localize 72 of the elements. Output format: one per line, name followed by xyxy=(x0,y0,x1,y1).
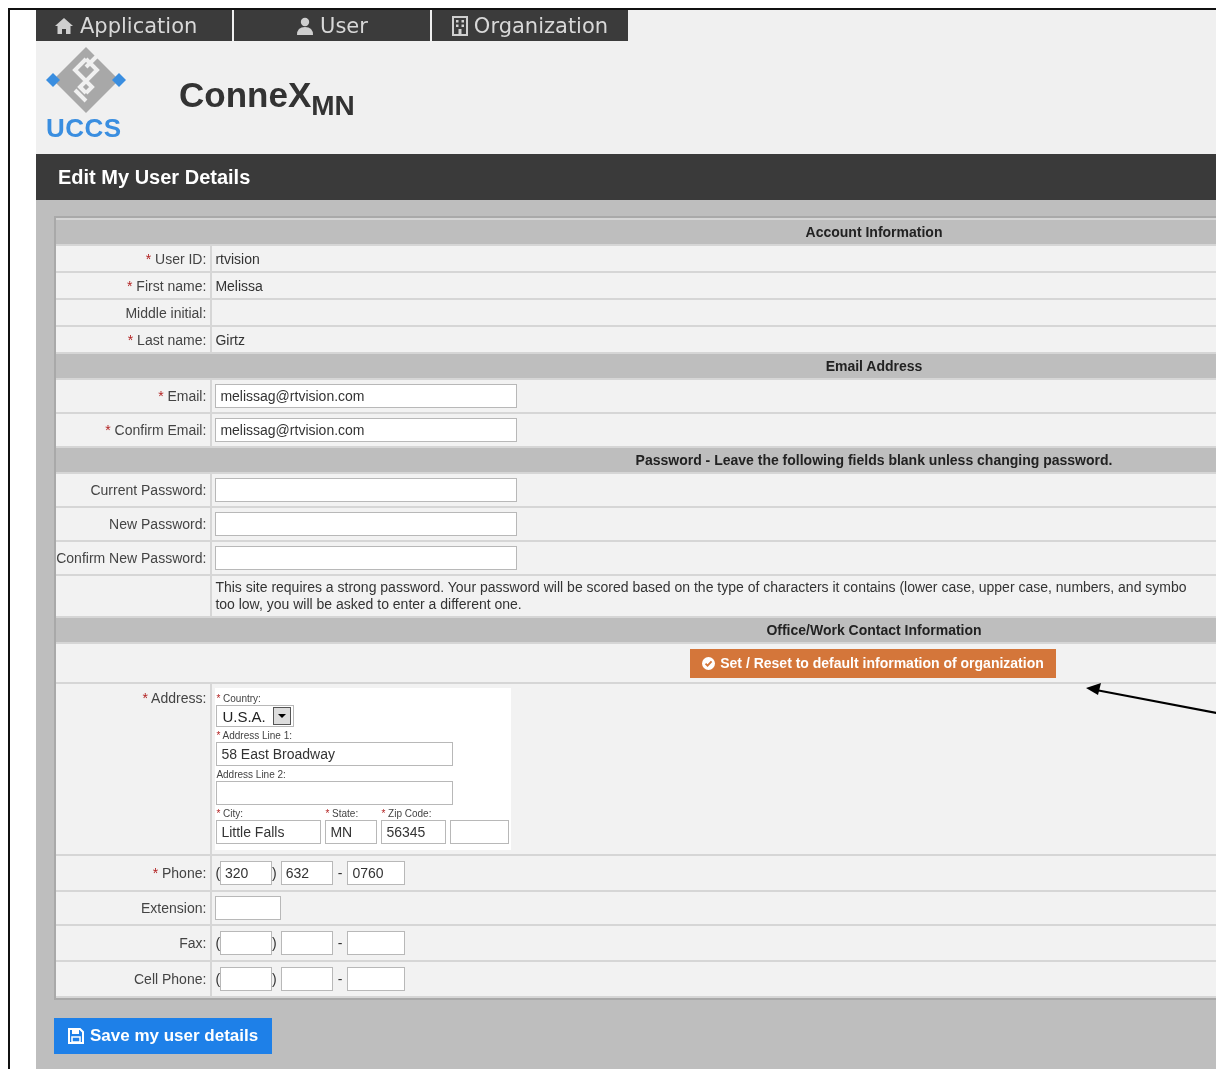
address-line-label: Address Line 2: xyxy=(216,768,286,781)
input-field[interactable]: melissag@rtvision.com xyxy=(215,384,518,408)
zip-field[interactable]: 56345 xyxy=(381,820,447,844)
section-header: Office/Work Contact Information xyxy=(56,618,1216,642)
page-title: Edit My User Details xyxy=(58,165,251,189)
area-code-field[interactable] xyxy=(220,931,273,955)
nav-tab[interactable]: Application xyxy=(36,10,232,41)
check-circle-icon xyxy=(702,656,716,670)
logo-icon xyxy=(46,45,126,115)
home-icon xyxy=(54,16,74,35)
area-code-field[interactable] xyxy=(220,967,273,991)
nav-tab[interactable]: User xyxy=(234,10,430,41)
paren-text: ( xyxy=(215,971,221,987)
input-field[interactable] xyxy=(215,896,282,920)
save-button[interactable]: Save my user details xyxy=(54,1018,273,1054)
user-icon xyxy=(296,16,315,35)
dash-text: - xyxy=(337,971,343,987)
field-label: Extension: xyxy=(141,900,207,916)
field-label: * First name: xyxy=(127,277,207,294)
zip-extension-field[interactable] xyxy=(450,820,510,844)
dash-text: - xyxy=(337,865,343,881)
field-label: Confirm New Password: xyxy=(56,550,207,566)
nav-tab[interactable]: Organization xyxy=(432,10,628,41)
field-label: Fax: xyxy=(179,935,207,951)
field-value: rtvision xyxy=(215,250,260,267)
paren-text: ( xyxy=(215,865,221,881)
field-label: * Email: xyxy=(158,388,207,404)
password-note: This site requires a strong password. Your password will be scored based on the type of characters it contains (lower case, upper case, numbers, and symbo too low, you will be asked to enter a different one. xyxy=(215,578,1188,614)
field-label: * Address: xyxy=(142,690,207,706)
input-field[interactable]: melissag@rtvision.com xyxy=(215,418,518,442)
field-label: Middle initial: xyxy=(125,304,207,321)
paren-text: ) xyxy=(272,971,277,987)
field-label: * User ID: xyxy=(145,250,207,267)
line-number-field[interactable]: 0760 xyxy=(347,861,406,885)
dash-text: - xyxy=(337,935,343,951)
building-icon xyxy=(451,15,468,36)
address-line-field[interactable] xyxy=(216,781,454,805)
section-header: Password - Leave the following fields blank unless changing password. xyxy=(56,448,1216,472)
line-number-field[interactable] xyxy=(347,931,406,955)
state-label: * State: xyxy=(325,807,360,820)
state-field[interactable]: MN xyxy=(325,820,378,844)
input-field[interactable] xyxy=(215,512,518,536)
field-label: * Last name: xyxy=(127,331,207,348)
prefix-field[interactable] xyxy=(280,931,333,955)
field-label: * Phone: xyxy=(152,865,207,881)
area-code-field[interactable]: 320 xyxy=(220,861,273,885)
logo-text: UCCS xyxy=(46,114,122,142)
field-label: Current Password: xyxy=(90,482,207,498)
zip-label: * Zip Code: xyxy=(381,807,433,820)
country-select[interactable]: U.S.A. xyxy=(216,705,295,727)
section-header: Account Information xyxy=(56,220,1216,244)
paren-text: ) xyxy=(272,935,277,951)
site-title: ConneX$_{MN}$ xyxy=(179,75,355,123)
paren-text: ) xyxy=(272,865,277,881)
field-value: Girtz xyxy=(215,331,245,348)
input-field[interactable] xyxy=(215,546,518,570)
city-label: * City: xyxy=(216,807,245,820)
field-label: * Confirm Email: xyxy=(105,422,207,438)
paren-text: ( xyxy=(215,935,221,951)
dropdown-icon xyxy=(273,707,292,725)
field-label: Cell Phone: xyxy=(134,971,207,987)
field-label: New Password: xyxy=(109,516,207,532)
country-label: * Country: xyxy=(216,692,261,705)
prefix-field[interactable] xyxy=(280,967,333,991)
city-field[interactable]: Little Falls xyxy=(216,820,322,844)
field-value: Melissa xyxy=(215,277,263,294)
line-number-field[interactable] xyxy=(347,967,406,991)
input-field[interactable] xyxy=(215,478,518,502)
section-header: Email Address xyxy=(56,354,1216,378)
address-line-label: * Address Line 1: xyxy=(216,729,292,742)
address-line-field[interactable]: 58 East Broadway xyxy=(216,742,454,766)
prefix-field[interactable]: 632 xyxy=(280,861,333,885)
